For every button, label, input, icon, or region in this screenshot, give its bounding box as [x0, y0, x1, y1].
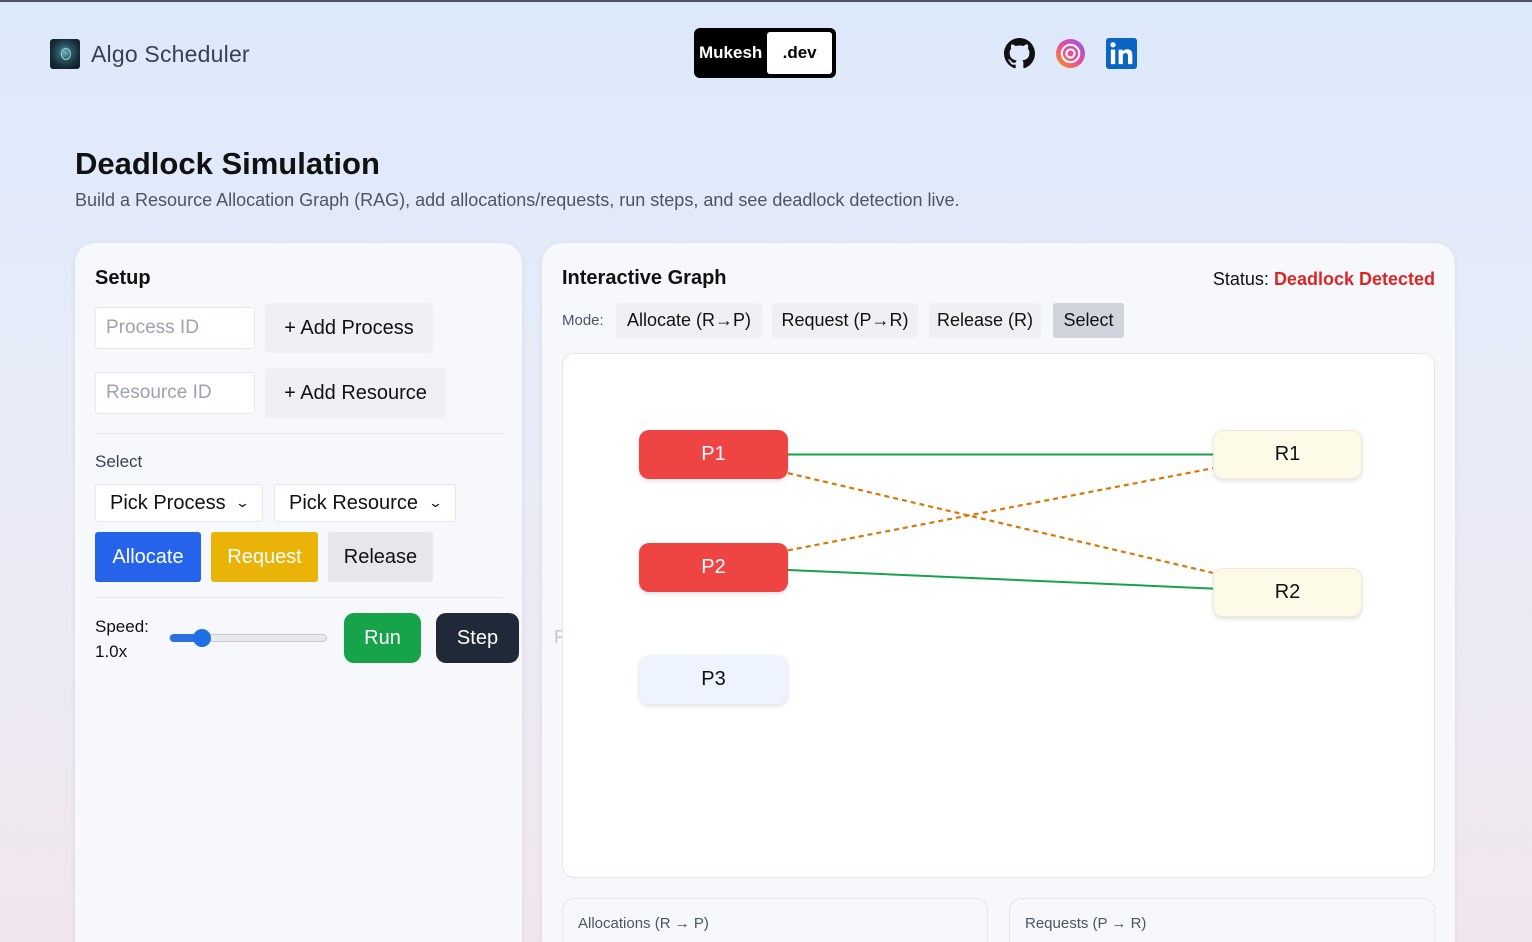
setup-panel: Setup Process ID + Add Process Resource …: [75, 243, 522, 942]
graph-panel: Interactive Graph Status: Deadlock Detec…: [542, 243, 1455, 942]
mode-allocate-button[interactable]: Allocate (R→P): [616, 303, 762, 338]
page-subtitle: Build a Resource Allocation Graph (RAG),…: [75, 190, 960, 210]
graph-title: Interactive Graph: [562, 267, 727, 289]
mode-label: Mode:: [562, 312, 604, 329]
request-button[interactable]: Request: [211, 532, 318, 582]
chevron-down-icon: ⌄: [234, 495, 251, 510]
window-top-border: [0, 0, 1532, 2]
add-process-button[interactable]: + Add Process: [265, 303, 433, 353]
add-resource-button[interactable]: + Add Resource: [265, 368, 446, 418]
process-select[interactable]: Pick Process ⌄: [95, 484, 263, 522]
page-title: Deadlock Simulation: [75, 146, 380, 181]
status-badge: Deadlock Detected: [1273, 269, 1435, 289]
speed-label: Speed:: [95, 617, 149, 636]
mode-select-button[interactable]: Select: [1053, 303, 1124, 338]
speed-slider-thumb[interactable]: [192, 629, 211, 647]
brand[interactable]: Algo Scheduler: [50, 39, 250, 69]
status-label: Status:: [1212, 269, 1269, 289]
linkedin-icon[interactable]: [1106, 38, 1137, 69]
resource-node-r1[interactable]: R1: [1213, 430, 1362, 479]
badge-domain: .dev: [767, 32, 832, 74]
allocations-panel-title: Allocations (R → P): [578, 915, 709, 932]
process-node-p2[interactable]: P2: [639, 543, 788, 592]
process-node-p3[interactable]: P3: [639, 655, 788, 704]
select-label: Select: [95, 452, 143, 471]
setup-title: Setup: [95, 267, 151, 289]
resource-node-r2[interactable]: R2: [1213, 568, 1362, 617]
speed-slider[interactable]: [169, 629, 327, 647]
resource-select-value: Pick Resource: [289, 491, 418, 514]
request-edge-p1-r2: [787, 472, 1214, 574]
status-indicator: Status: Deadlock Detected: [1213, 269, 1435, 290]
process-node-p1[interactable]: P1: [639, 430, 788, 479]
divider: [95, 597, 502, 598]
badge-name: Mukesh: [699, 43, 763, 62]
requests-panel-title: Requests (P → R): [1025, 915, 1147, 932]
chevron-down-icon: ⌄: [427, 495, 444, 510]
instagram-icon[interactable]: [1055, 38, 1086, 69]
requests-panel: Requests (P → R): [1009, 898, 1435, 942]
release-button[interactable]: Release: [328, 532, 433, 582]
run-button[interactable]: Run: [344, 613, 421, 663]
process-select-value: Pick Process: [110, 491, 226, 514]
github-icon[interactable]: [1004, 38, 1035, 69]
mode-release-button[interactable]: Release (R): [929, 303, 1041, 338]
social-links: [1004, 38, 1137, 69]
divider: [95, 433, 502, 434]
allocate-button[interactable]: Allocate: [95, 532, 201, 582]
resource-select[interactable]: Pick Resource ⌄: [274, 484, 456, 522]
app-name: Algo Scheduler: [91, 40, 250, 67]
request-edge-p2-r1: [787, 467, 1214, 552]
mode-request-button[interactable]: Request (P→R): [772, 303, 918, 338]
allocation-edge-r2-p2: [787, 568, 1214, 590]
author-badge[interactable]: Mukesh .dev: [694, 28, 836, 78]
process-id-input[interactable]: Process ID: [95, 307, 255, 349]
app-logo-icon: [50, 39, 80, 69]
graph-canvas[interactable]: P1 P2 P3 R1 R2: [562, 353, 1435, 878]
speed-value: 1.0x: [95, 642, 128, 661]
resource-id-input[interactable]: Resource ID: [95, 372, 255, 414]
allocations-panel: Allocations (R → P): [562, 898, 988, 942]
step-button[interactable]: Step: [436, 613, 519, 663]
